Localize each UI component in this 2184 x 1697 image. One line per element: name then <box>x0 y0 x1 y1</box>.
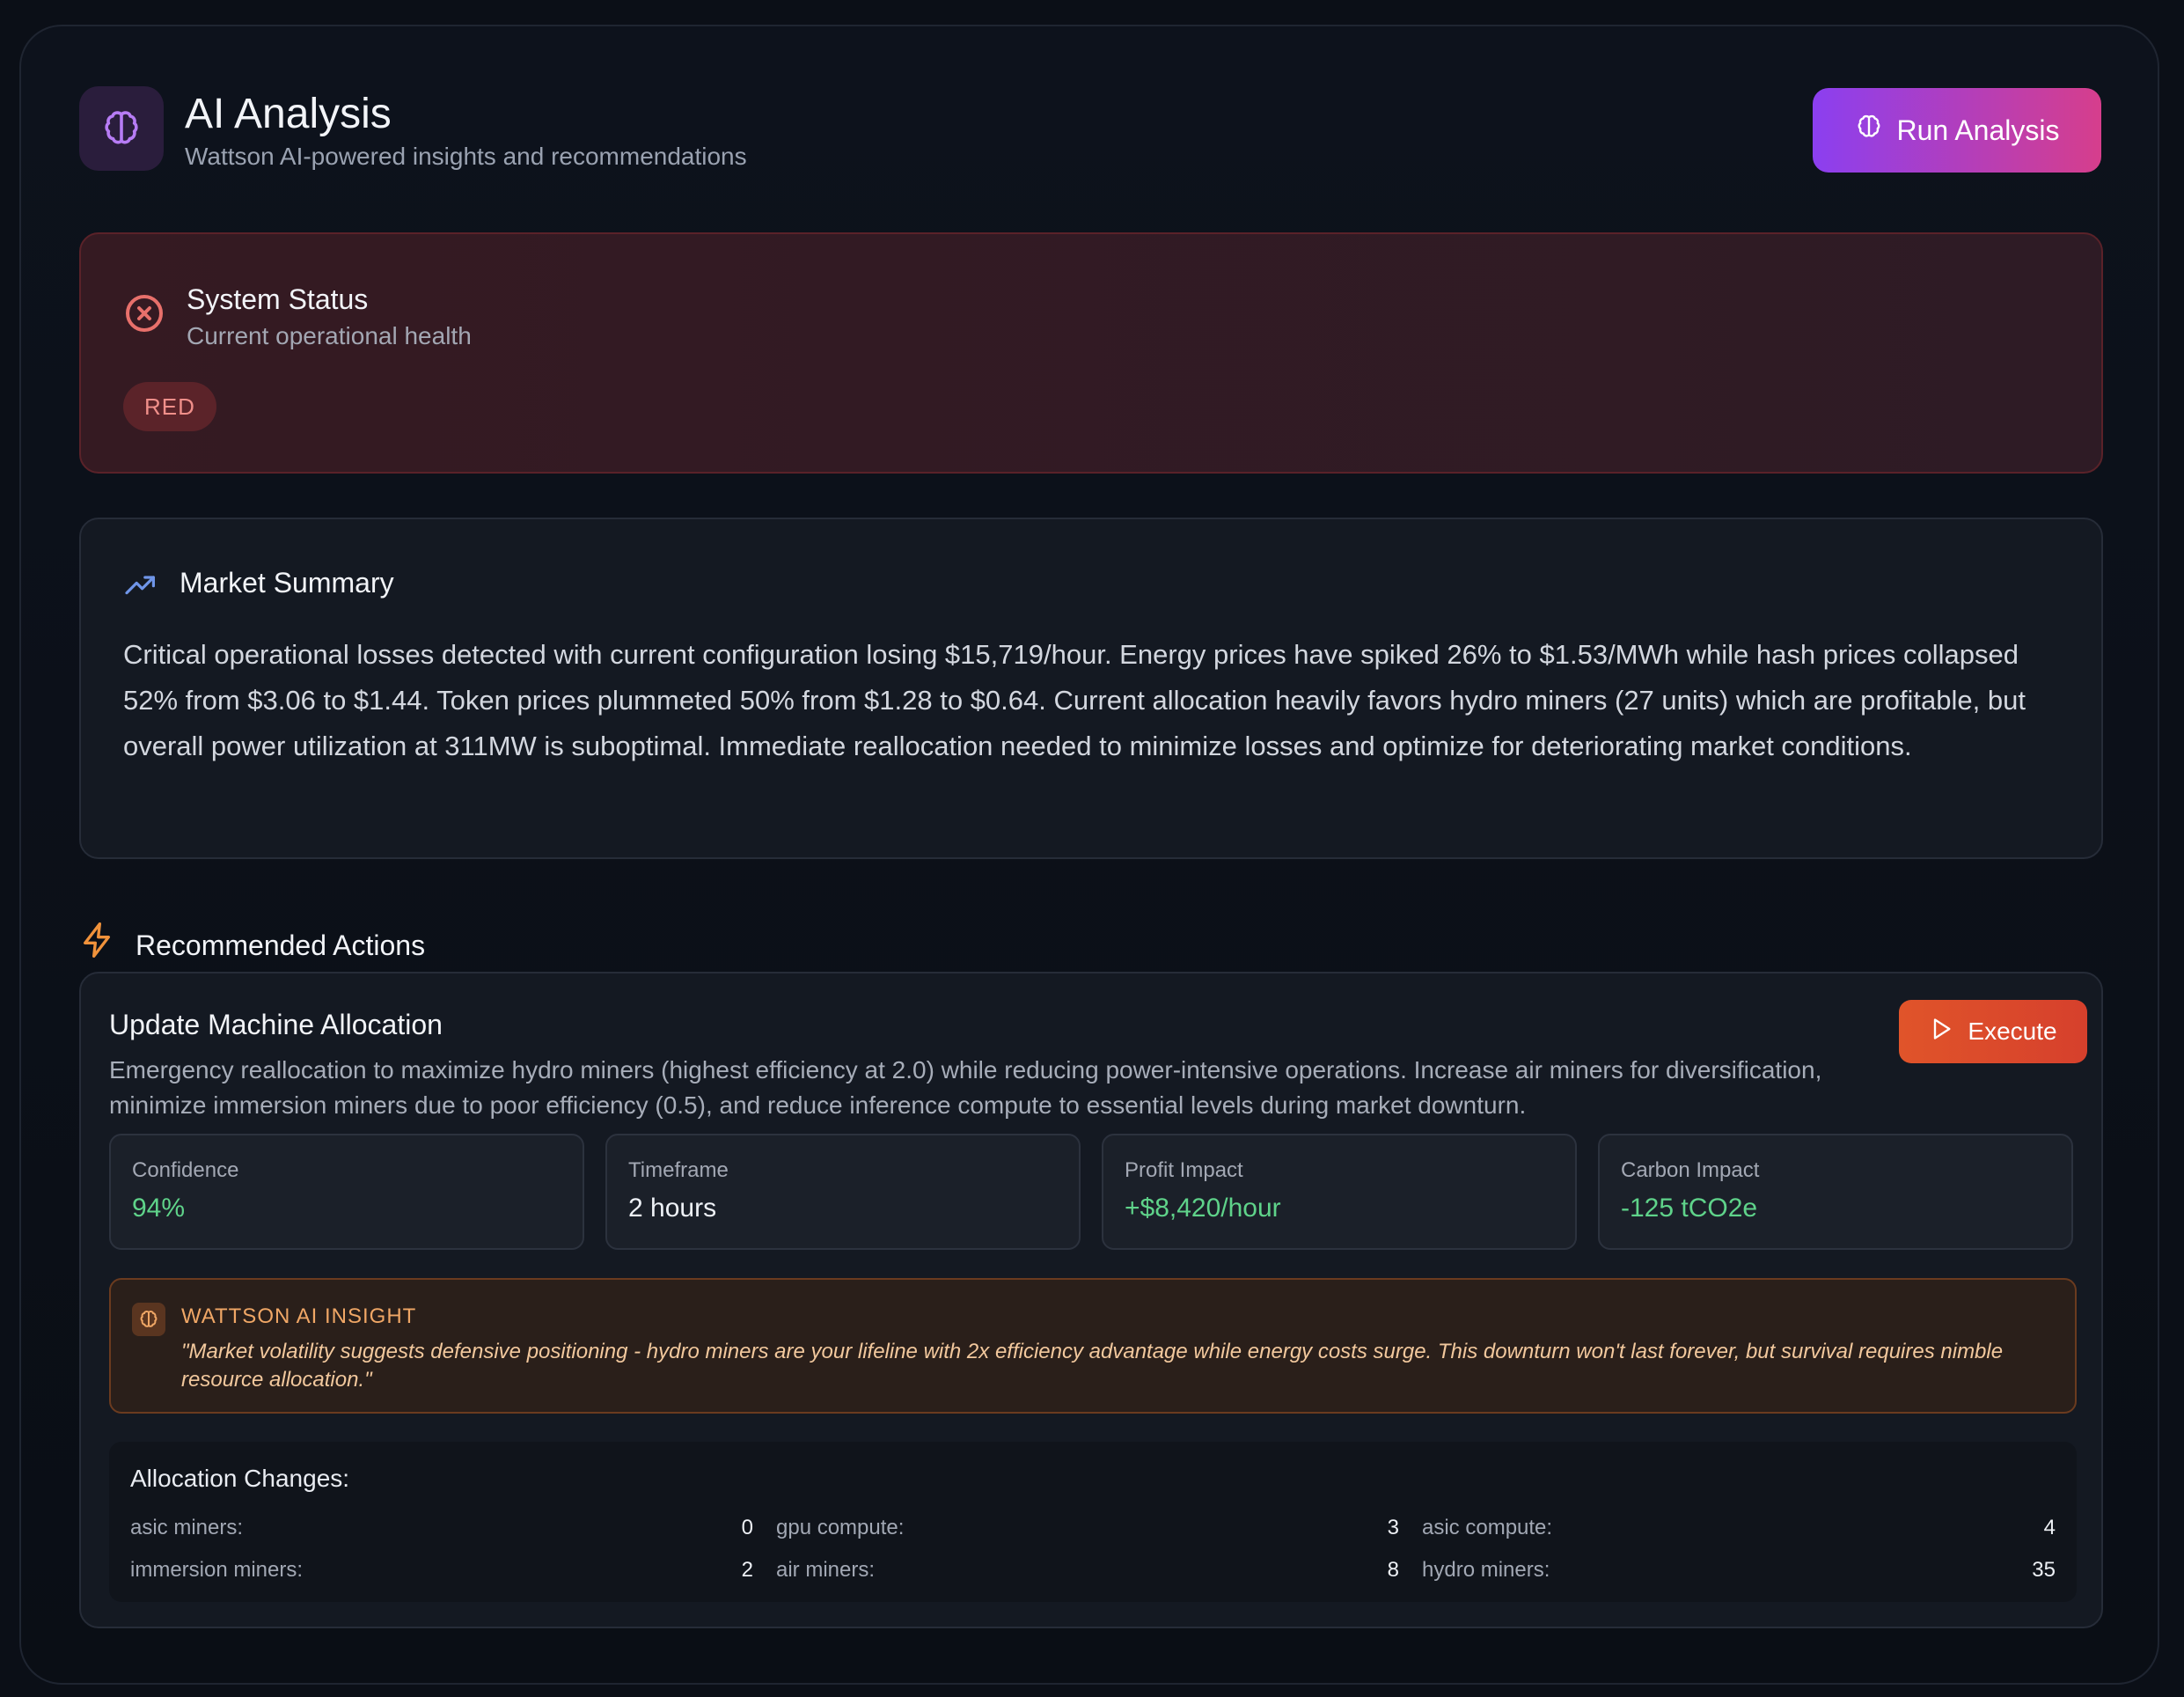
allocation-item: immersion miners: 2 <box>130 1558 753 1590</box>
allocation-changes: Allocation Changes: asic miners: 0 gpu c… <box>109 1442 2077 1602</box>
allocation-item: asic compute: 4 <box>1422 1516 2056 1547</box>
run-analysis-label: Run Analysis <box>1896 114 2060 146</box>
metric-value: -125 tCO2e <box>1621 1194 1758 1223</box>
allocation-key: asic miners: <box>130 1516 244 1539</box>
metric-value: 94% <box>132 1194 186 1223</box>
insight-text: "Market volatility suggests defensive po… <box>181 1340 2004 1392</box>
metric-label: Confidence <box>132 1158 239 1182</box>
metric-label: Carbon Impact <box>1621 1158 1760 1182</box>
ai-analysis-panel: AI Analysis Wattson AI-powered insights … <box>19 25 2159 1685</box>
allocation-item: gpu compute: 3 <box>776 1516 1399 1547</box>
allocation-key: immersion miners: <box>130 1558 304 1582</box>
execute-button[interactable]: Execute <box>1899 1000 2087 1063</box>
metric-value: 2 hours <box>628 1194 717 1223</box>
allocation-item: hydro miners: 35 <box>1422 1558 2056 1590</box>
allocation-item: asic miners: 0 <box>130 1516 753 1547</box>
status-title: System Status <box>187 283 369 315</box>
brain-icon <box>1855 113 1883 148</box>
page-title: AI Analysis <box>185 91 392 137</box>
allocation-value: 8 <box>1387 1558 1399 1582</box>
allocation-value: 0 <box>741 1516 753 1539</box>
metric-carbon-impact: Carbon Impact -125 tCO2e <box>1598 1134 2073 1250</box>
market-summary-title: Market Summary <box>180 567 394 599</box>
brain-icon <box>132 1303 165 1336</box>
insight-label: WATTSON AI INSIGHT <box>181 1304 417 1328</box>
action-title: Update Machine Allocation <box>109 1009 443 1040</box>
market-summary-card: Market Summary Critical operational loss… <box>79 518 2103 859</box>
action-card: Update Machine Allocation Emergency real… <box>79 972 2103 1628</box>
brain-icon <box>79 86 164 171</box>
system-status-card: System Status Current operational health… <box>79 232 2103 474</box>
allocation-value: 3 <box>1387 1516 1399 1539</box>
status-subtitle: Current operational health <box>187 322 472 349</box>
execute-label: Execute <box>1968 1017 2057 1045</box>
allocation-key: asic compute: <box>1422 1516 1553 1539</box>
metrics-row: Confidence 94% Timeframe 2 hours Profit … <box>109 1134 2077 1250</box>
metric-label: Profit Impact <box>1125 1158 1243 1182</box>
allocation-key: hydro miners: <box>1422 1558 1550 1582</box>
status-badge: RED <box>123 382 216 431</box>
recommended-actions-title: Recommended Actions <box>136 929 426 961</box>
x-circle-icon <box>123 292 165 339</box>
ai-insight-box: WATTSON AI INSIGHT "Market volatility su… <box>109 1278 2077 1414</box>
metric-profit-impact: Profit Impact +$8,420/hour <box>1102 1134 1577 1250</box>
allocation-item: air miners: 8 <box>776 1558 1399 1590</box>
metric-timeframe: Timeframe 2 hours <box>605 1134 1081 1250</box>
run-analysis-button[interactable]: Run Analysis <box>1813 88 2101 173</box>
trending-up-icon <box>123 570 158 603</box>
allocation-key: gpu compute: <box>776 1516 905 1539</box>
allocation-value: 2 <box>741 1558 753 1582</box>
metric-confidence: Confidence 94% <box>109 1134 584 1250</box>
market-summary-text: Critical operational losses detected wit… <box>123 639 2026 761</box>
allocation-title: Allocation Changes: <box>130 1465 350 1492</box>
page-subtitle: Wattson AI-powered insights and recommen… <box>185 143 747 170</box>
allocation-key: air miners: <box>776 1558 876 1582</box>
play-icon <box>1929 1017 1953 1047</box>
metric-value: +$8,420/hour <box>1125 1194 1281 1223</box>
allocation-value: 4 <box>2043 1516 2056 1539</box>
allocation-value: 35 <box>2032 1558 2056 1582</box>
action-description: Emergency reallocation to maximize hydro… <box>109 1056 1822 1119</box>
lightning-icon <box>79 921 114 964</box>
metric-label: Timeframe <box>628 1158 729 1182</box>
